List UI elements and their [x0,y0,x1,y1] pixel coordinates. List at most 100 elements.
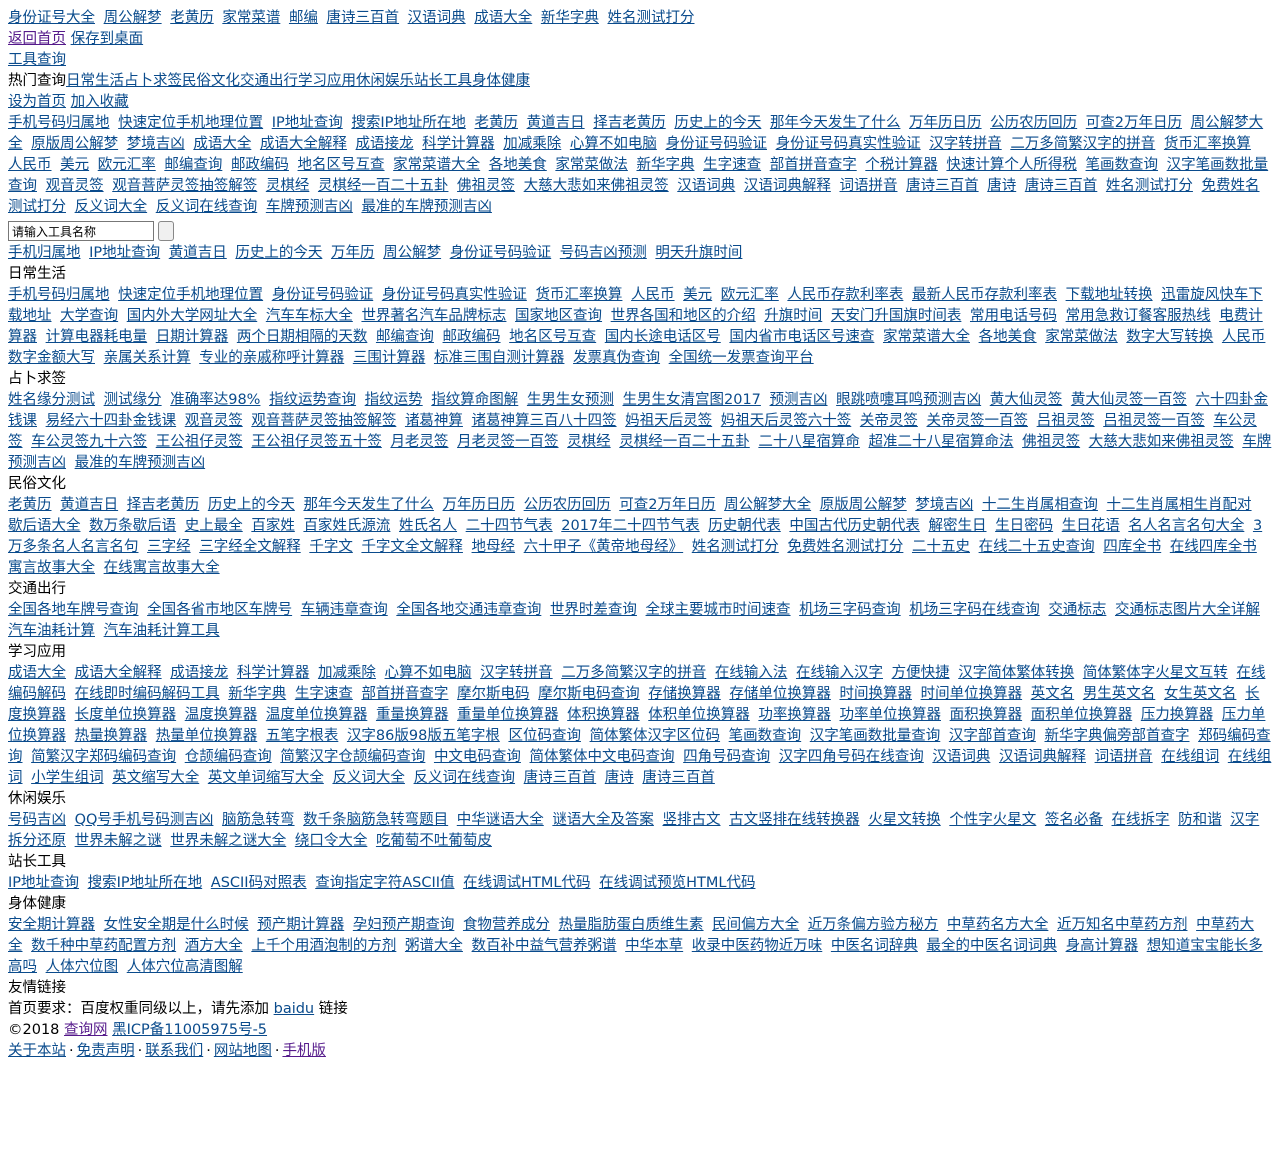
tool-link[interactable]: 易经六十四卦金钱课 [46,413,177,429]
top-nav-link[interactable]: 老黄历 [170,10,214,26]
tool-link[interactable]: 四角号码查询 [683,749,770,765]
tool-link[interactable]: 在线调试预览HTML代码 [599,875,755,891]
tool-link[interactable]: 关帝灵签 [860,413,918,429]
tool-link[interactable]: 全国各地交通违章查询 [396,602,541,618]
quick-link[interactable]: 明天升旗时间 [655,245,742,261]
popular-tool-link[interactable]: 科学计算器 [422,136,495,152]
tool-link[interactable]: 历史朝代表 [708,518,781,534]
tool-link[interactable]: 近万条偏方验方秘方 [808,917,939,933]
tool-link[interactable]: 安全期计算器 [8,917,95,933]
tool-link[interactable]: 号码吉凶 [8,812,66,828]
tool-link[interactable]: 汽车油耗计算工具 [104,623,220,639]
footer-link[interactable]: 免责声明 [77,1043,135,1059]
tool-link[interactable]: 月老灵签 [390,434,448,450]
quick-link[interactable]: 周公解梦 [383,245,441,261]
tool-link[interactable]: 寓言故事大全 [8,560,95,576]
tool-link[interactable]: 粥谱大全 [405,938,463,954]
tool-link[interactable]: 国内外大学网址大全 [127,308,258,324]
tool-link[interactable]: 面积单位换算器 [1031,707,1133,723]
tool-link[interactable]: 2017年二十四节气表 [561,518,699,534]
tool-link[interactable]: 功率换算器 [758,707,831,723]
tool-link[interactable]: 世界各国和地区的介绍 [611,308,756,324]
popular-tool-link[interactable]: 加减乘除 [503,136,561,152]
tool-link[interactable]: 生日花语 [1062,518,1120,534]
tool-link[interactable]: 汉字86版98版五笔字根 [347,728,500,744]
tool-link[interactable]: 机场三字码在线查询 [909,602,1040,618]
tool-link[interactable]: 个性字火星文 [949,812,1036,828]
tool-link[interactable]: 体积换算器 [567,707,640,723]
tool-link[interactable]: 计算电器耗电量 [46,329,148,345]
tool-link[interactable]: 生男生女清宫图2017 [623,392,761,408]
tool-link[interactable]: 货币汇率换算 [535,287,622,303]
tool-link[interactable]: 诸葛神算三百八十四签 [472,413,617,429]
top-nav-link[interactable]: 家常菜谱 [222,10,280,26]
tool-link[interactable]: 热量单位换算器 [156,728,258,744]
popular-tool-link[interactable]: 万年历日历 [909,115,982,131]
tool-link[interactable]: 唐诗 [605,770,634,786]
tool-link[interactable]: 免费姓名测试打分 [787,539,903,555]
tool-link[interactable]: 快速定位手机地理位置 [118,287,263,303]
tool-link[interactable]: 眼跳喷嚏耳鸣预测吉凶 [836,392,981,408]
tool-link[interactable]: 发票真伪查询 [573,350,660,366]
tool-link[interactable]: 老黄历 [8,497,52,513]
quick-link[interactable]: IP地址查询 [89,245,160,261]
quick-link[interactable]: 黄道吉日 [169,245,227,261]
tool-link[interactable]: 灵棋经 [567,434,611,450]
tool-link[interactable]: 简体繁体字火星文互转 [1083,665,1228,681]
tool-link[interactable]: 黄道吉日 [60,497,118,513]
popular-tool-link[interactable]: 成语大全解释 [260,136,347,152]
tool-link[interactable]: 史上最全 [185,518,243,534]
tool-link[interactable]: 指纹运势 [365,392,423,408]
tool-link[interactable]: 世界未解之谜大全 [170,833,286,849]
tool-link[interactable]: 汉字简体繁体转换 [958,665,1074,681]
tool-link[interactable]: 简繁汉字郑码编码查询 [31,749,176,765]
tool-link[interactable]: 重量单位换算器 [457,707,559,723]
top-nav-link[interactable]: 姓名测试打分 [607,10,694,26]
tool-link[interactable]: 地名区号互查 [509,329,596,345]
quick-link[interactable]: 号码吉凶预测 [560,245,647,261]
tool-link[interactable]: 测试缘分 [104,392,162,408]
tool-link[interactable]: 加减乘除 [318,665,376,681]
tool-link[interactable]: 全国各省市地区车牌号 [147,602,292,618]
tool-link[interactable]: 简繁汉字仓颉编码查询 [280,749,425,765]
quick-link[interactable]: 万年历 [331,245,375,261]
tool-link[interactable]: 火星文转换 [868,812,941,828]
tool-link[interactable]: 手机号码归属地 [8,287,110,303]
tool-link[interactable]: 天安门升国旗时间表 [831,308,962,324]
tool-link[interactable]: 时间单位换算器 [921,686,1023,702]
top-nav-link[interactable]: 新华字典 [541,10,599,26]
popular-tool-link[interactable]: 邮政编码 [231,157,289,173]
popular-tool-link[interactable]: 搜索IP地址所在地 [351,115,466,131]
hot-category-link[interactable]: 占卜求签 [124,73,182,89]
footer-link[interactable]: 网站地图 [214,1043,272,1059]
tool-link[interactable]: 简体繁体汉字区位码 [590,728,721,744]
popular-tool-link[interactable]: 人民币 [8,157,52,173]
tool-link[interactable]: 在线二十五史查询 [979,539,1095,555]
tool-link[interactable]: 预测吉凶 [770,392,828,408]
tool-link[interactable]: 日期计算器 [156,329,229,345]
tool-link[interactable]: 千字文 [309,539,353,555]
tool-link[interactable]: 交通标志 [1048,602,1106,618]
tool-link[interactable]: 生男生女预测 [527,392,614,408]
popular-tool-link[interactable]: 汉语词典解释 [744,178,831,194]
tool-link[interactable]: 那年今天发生了什么 [303,497,434,513]
popular-tool-link[interactable]: 车牌预测吉凶 [266,199,353,215]
popular-tool-link[interactable]: 快速计算个人所得税 [946,157,1077,173]
hot-category-link[interactable]: 站长工具 [414,73,472,89]
top-nav-link[interactable]: 邮编 [289,10,318,26]
popular-tool-link[interactable]: 二万多简繁汉字的拼音 [1010,136,1155,152]
tool-link[interactable]: 佛祖灵签 [1022,434,1080,450]
popular-tool-link[interactable]: 老黄历 [475,115,519,131]
tool-link[interactable]: 男生英文名 [1083,686,1156,702]
tool-link[interactable]: 中草药名方大全 [947,917,1049,933]
tool-link[interactable]: 世界著名汽车品牌标志 [361,308,506,324]
footer-link[interactable]: 手机版 [282,1043,326,1059]
tool-link[interactable]: 美元 [683,287,712,303]
tool-link[interactable]: 梦境吉凶 [915,497,973,513]
tool-link[interactable]: 汉语词典 [932,749,990,765]
save-desktop-link[interactable]: 保存到桌面 [71,31,144,47]
tool-link[interactable]: 数千条脑筋急转弯题目 [303,812,448,828]
popular-tool-link[interactable]: 词语拼音 [839,178,897,194]
tool-link[interactable]: 搜索IP地址所在地 [88,875,203,891]
popular-tool-link[interactable]: 心算不如电脑 [570,136,657,152]
